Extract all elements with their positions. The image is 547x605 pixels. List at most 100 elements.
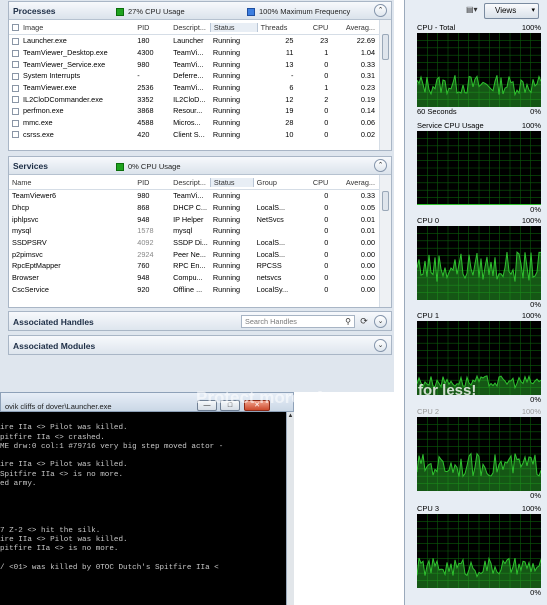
table-cell: 1578 bbox=[137, 226, 154, 236]
processes-header[interactable]: Processes 27% CPU Usage 100% Maximum Fre… bbox=[9, 2, 391, 20]
table-row[interactable]: TeamViewer_Desktop.exe 4300 TeamVi... Runni… bbox=[9, 47, 379, 59]
cpu-graph bbox=[417, 417, 541, 491]
services-header[interactable]: Services 0% CPU Usage ⌃ bbox=[9, 157, 391, 175]
console-output[interactable]: ire IIa <> Pilot was killed. pitfire IIa … bbox=[0, 412, 286, 605]
table-row[interactable]: RpcEptMapper 760 RPC En... Running RPCSS 0 0.0… bbox=[9, 260, 379, 272]
handles-header[interactable]: Associated Handles Search Handles ⚲ ⟳ ⌄ bbox=[9, 312, 391, 330]
table-row[interactable]: TeamViewer.exe 2536 TeamVi... Running 6 1 0.23 bbox=[9, 82, 379, 94]
row-checkbox[interactable] bbox=[12, 49, 19, 57]
table-row[interactable]: TeamViewer6 980 TeamVi... Running 0 0.33 bbox=[9, 190, 379, 202]
clear-icon[interactable]: ⟳ bbox=[357, 314, 371, 328]
column-status[interactable]: Status bbox=[209, 22, 258, 32]
table-cell: 0.23 bbox=[360, 83, 376, 93]
cpu-graph-block: CPU 1 100% 0% bbox=[417, 311, 541, 405]
table-cell: Running bbox=[212, 118, 241, 128]
row-checkbox[interactable] bbox=[12, 119, 19, 127]
minimize-button[interactable]: — bbox=[197, 400, 217, 411]
row-checkbox[interactable] bbox=[12, 108, 19, 116]
table-row[interactable]: p2pimsvc 2924 Peer Ne... Running LocalS... 0 0… bbox=[9, 248, 379, 260]
table-cell: LocalS... bbox=[256, 249, 286, 259]
chevron-down-icon[interactable]: ⌄ bbox=[374, 315, 387, 328]
table-row[interactable]: CscService 920 Offline ... Running LocalSy..… bbox=[9, 284, 379, 296]
graph-footer: 0% bbox=[417, 205, 541, 215]
table-cell: Dhcp bbox=[12, 203, 30, 213]
table-cell: 980 bbox=[137, 59, 150, 69]
column-group[interactable]: Group bbox=[254, 178, 298, 187]
scrollbar-thumb[interactable] bbox=[382, 34, 389, 60]
max-frequency-text: 100% Maximum Frequency bbox=[259, 7, 351, 16]
chevron-up-icon[interactable]: ⌃ bbox=[374, 4, 387, 17]
column-average[interactable]: Averag... bbox=[332, 23, 379, 32]
table-cell: 0 bbox=[324, 273, 329, 283]
table-row[interactable]: TeamViewer_Service.exe 980 TeamVi... Runnin… bbox=[9, 58, 379, 70]
scrollbar-thumb[interactable] bbox=[382, 191, 389, 211]
table-cell: Launcher bbox=[173, 36, 204, 46]
column-name[interactable]: Name bbox=[9, 178, 134, 187]
search-icon[interactable]: ⚲ bbox=[345, 316, 351, 327]
processes-section: Processes 27% CPU Usage 100% Maximum Fre… bbox=[8, 1, 392, 151]
table-cell: 1 bbox=[324, 48, 329, 58]
graph-max-label: 100% bbox=[521, 504, 541, 513]
column-average[interactable]: Averag... bbox=[332, 178, 379, 187]
table-cell: 0.14 bbox=[360, 106, 376, 116]
table-row[interactable]: IL2CloDCommander.exe 3352 IL2CloD... Runnin… bbox=[9, 93, 379, 105]
chevron-down-icon[interactable]: ⌄ bbox=[374, 339, 387, 352]
row-checkbox[interactable] bbox=[12, 131, 19, 139]
table-cell: TeamViewer6 bbox=[12, 191, 57, 201]
console-scrollbar[interactable]: ▲ bbox=[286, 412, 294, 605]
table-row[interactable]: System Interrupts - Deferre... Running -0 0.3… bbox=[9, 70, 379, 82]
graph-title: CPU 3 bbox=[417, 504, 440, 513]
view-toggle-icon[interactable]: ▤▾ bbox=[466, 5, 478, 14]
table-row[interactable]: perfmon.exe 3868 Resour... Running 19 0 0.14 bbox=[9, 105, 379, 117]
views-label: Views bbox=[495, 6, 517, 15]
table-row[interactable]: SSDPSRV 4092 SSDP Di... Running LocalS... 0 0.… bbox=[9, 237, 379, 249]
console-titlebar[interactable]: ovik cliffs of dover\Launcher.exe — □ ✕ bbox=[0, 392, 294, 412]
row-checkbox[interactable] bbox=[12, 72, 19, 80]
table-cell: Running bbox=[212, 284, 241, 294]
table-row[interactable]: mmc.exe 4588 Micros... Running 28 0 0.06 bbox=[9, 117, 379, 129]
chevron-up-icon[interactable]: ⌃ bbox=[374, 159, 387, 172]
table-cell: TeamViewer.exe bbox=[9, 83, 134, 92]
row-checkbox[interactable] bbox=[12, 96, 19, 104]
table-row[interactable]: csrss.exe 420 Client S... Running 10 0 0.02 bbox=[9, 129, 379, 141]
scroll-up-icon[interactable]: ▲ bbox=[287, 412, 294, 420]
views-button[interactable]: Views ▾ bbox=[484, 3, 539, 19]
graph-title-row: Service CPU Usage 100% bbox=[417, 121, 541, 131]
row-checkbox[interactable] bbox=[12, 84, 19, 92]
graph-footer-right: 0% bbox=[530, 395, 541, 404]
table-cell: 2536 bbox=[137, 83, 154, 93]
table-cell: 3868 bbox=[137, 106, 154, 116]
table-row[interactable]: mysql 1578 mysql Running 0 0.01 bbox=[9, 225, 379, 237]
table-cell: SSDP Di... bbox=[173, 238, 208, 248]
processes-scrollbar[interactable] bbox=[379, 20, 391, 150]
column-cpu[interactable]: CPU bbox=[297, 178, 332, 187]
panel-separator bbox=[404, 0, 405, 605]
table-cell: 948 bbox=[137, 273, 150, 283]
column-threads[interactable]: Threads bbox=[258, 23, 298, 32]
table-cell: SSDPSRV bbox=[12, 238, 47, 248]
table-cell: TeamViewer_Desktop.exe bbox=[9, 48, 134, 57]
column-pid[interactable]: PID bbox=[134, 23, 170, 32]
close-button[interactable]: ✕ bbox=[244, 400, 270, 411]
table-row[interactable]: Dhcp 868 DHCP C... Running LocalS... 0 0.05 bbox=[9, 202, 379, 214]
column-description[interactable]: Descript... bbox=[170, 178, 210, 187]
table-row[interactable]: Launcher.exe 180 Launcher Running 25 23 22.69 bbox=[9, 35, 379, 47]
search-handles-input[interactable]: Search Handles ⚲ bbox=[241, 315, 355, 328]
modules-header[interactable]: Associated Modules ⌄ bbox=[9, 336, 391, 354]
table-row[interactable]: iphlpsvc 948 IP Helper Running NetSvcs 0 0.01 bbox=[9, 213, 379, 225]
row-checkbox[interactable] bbox=[12, 61, 19, 69]
column-pid[interactable]: PID bbox=[134, 178, 170, 187]
column-status[interactable]: Status bbox=[209, 177, 254, 187]
table-row[interactable]: Browser 948 Compu... Running netsvcs 0 0.00 bbox=[9, 272, 379, 284]
services-scrollbar[interactable] bbox=[379, 175, 391, 307]
column-cpu[interactable]: CPU bbox=[297, 23, 332, 32]
graph-title-row: CPU 2 100% bbox=[417, 407, 541, 417]
maximize-button[interactable]: □ bbox=[220, 400, 240, 411]
table-cell: 0 bbox=[324, 261, 329, 271]
row-checkbox[interactable] bbox=[12, 37, 19, 45]
column-image[interactable]: Image bbox=[9, 23, 134, 32]
select-all-checkbox[interactable] bbox=[12, 24, 19, 32]
column-description[interactable]: Descript... bbox=[170, 23, 210, 32]
table-cell: 12 bbox=[285, 94, 294, 104]
